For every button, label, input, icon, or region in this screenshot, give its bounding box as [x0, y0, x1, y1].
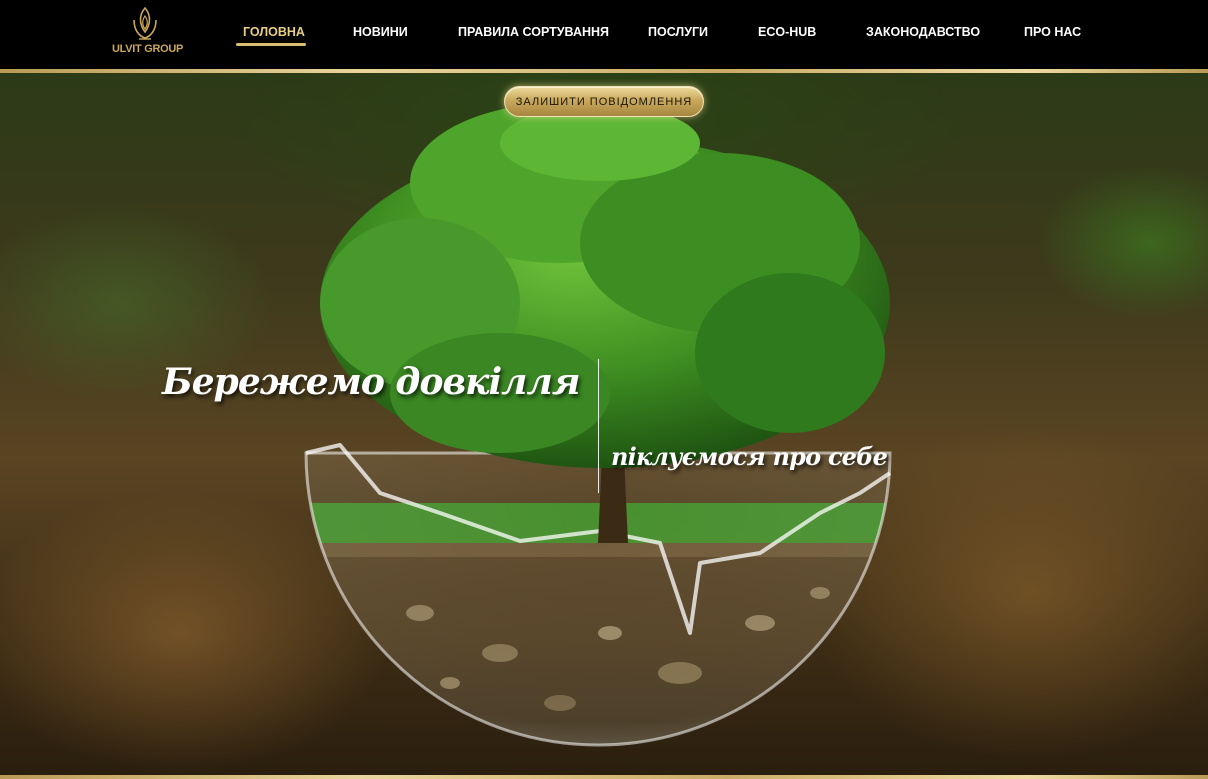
nav-item-home[interactable]: ГОЛОВНА	[243, 25, 305, 39]
hero-headline: Бережемо довкілля	[162, 361, 580, 403]
tree-in-glass-sphere-image	[304, 103, 892, 747]
hero-section: ЗАЛИШИТИ ПОВІДОМЛЕННЯ Бережемо довкілля …	[0, 73, 1208, 775]
nav-item-sorting-rules[interactable]: ПРАВИЛА СОРТУВАННЯ	[458, 25, 609, 39]
brand-logo[interactable]: ULVIT GROUP	[112, 6, 184, 62]
nav-item-services[interactable]: ПОСЛУГИ	[648, 25, 708, 39]
lotus-logo-icon	[133, 6, 157, 40]
brand-name: ULVIT GROUP	[112, 43, 184, 55]
headline-divider	[598, 359, 599, 493]
hero-subheadline: піклуємося про себе	[611, 442, 888, 471]
nav-item-news[interactable]: НОВИНИ	[353, 25, 408, 39]
leave-message-button[interactable]: ЗАЛИШИТИ ПОВІДОМЛЕННЯ	[504, 86, 704, 117]
site-header: ULVIT GROUP ГОЛОВНА НОВИНИ ПРАВИЛА СОРТУ…	[0, 0, 1208, 69]
nav-item-eco-hub[interactable]: ECO-HUB	[758, 25, 816, 39]
nav-item-about[interactable]: ПРО НАС	[1024, 25, 1081, 39]
nav-item-legislation[interactable]: ЗАКОНОДАВСТВО	[866, 25, 980, 39]
hero-bottom-border	[0, 775, 1208, 779]
active-nav-indicator	[236, 43, 306, 46]
